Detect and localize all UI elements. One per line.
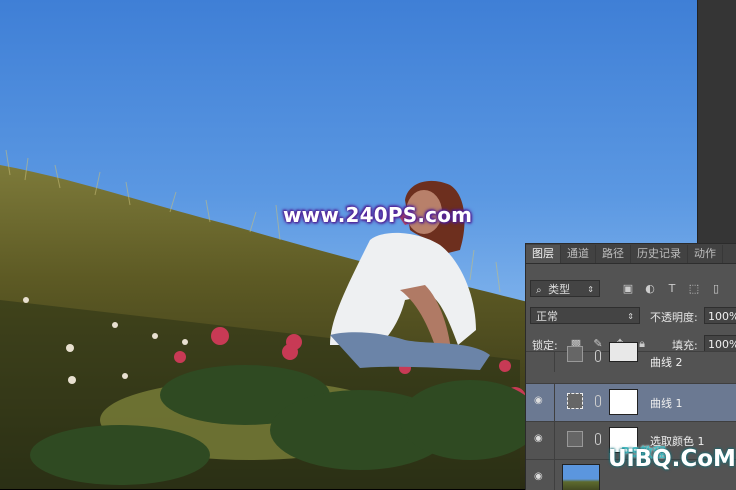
tab-channels[interactable]: 通道 (561, 245, 596, 263)
adjustment-filter-icon[interactable]: ◐ (644, 283, 656, 295)
tab-layers[interactable]: 图层 (526, 245, 561, 263)
eye-visibility-icon[interactable]: ◉ (534, 434, 548, 444)
curves-adjustment-icon (567, 346, 583, 362)
eye-visibility-icon[interactable]: ◉ (534, 472, 548, 482)
blend-mode-dropdown[interactable]: 正常 ⇕ (530, 307, 640, 324)
blend-mode-value: 正常 (536, 310, 558, 323)
opacity-label: 不透明度: (650, 311, 698, 324)
panel-tabs: 图层 通道 路径 历史记录 动作 (526, 244, 736, 264)
search-icon: ⌕ (536, 285, 542, 296)
opacity-field[interactable]: 100% (704, 307, 736, 324)
canvas-border-dark (697, 0, 736, 245)
text-filter-icon[interactable]: T (666, 283, 678, 295)
image-filter-icon[interactable]: ▣ (622, 283, 634, 295)
lock-image-pixels-icon[interactable]: ✎ (592, 338, 604, 350)
tab-history[interactable]: 历史记录 (631, 245, 688, 263)
tab-paths[interactable]: 路径 (596, 245, 631, 263)
updown-arrow-icon: ⇕ (587, 285, 594, 294)
updown-arrow-icon: ⇕ (627, 312, 634, 321)
eye-visibility-icon[interactable]: ◉ (534, 396, 548, 406)
fill-field[interactable]: 100% (704, 335, 736, 352)
chain-link-icon[interactable] (595, 350, 601, 362)
layer-row-selected[interactable]: ◉ 曲线 1 (526, 383, 736, 421)
smart-object-filter-icon[interactable]: ▯ (710, 283, 722, 295)
layer-kind-label: 类型 (548, 283, 571, 296)
layer-mask-thumbnail[interactable] (609, 389, 638, 415)
layer-mask-thumbnail[interactable] (609, 342, 638, 362)
chain-link-icon[interactable] (595, 433, 601, 445)
chain-link-icon[interactable] (595, 395, 601, 407)
tab-actions[interactable]: 动作 (688, 245, 723, 263)
layer-name[interactable]: 曲线 1 (650, 395, 683, 411)
watermark-text: www.240PS.com (283, 203, 473, 227)
layer-image-thumbnail[interactable] (562, 464, 600, 490)
layer-row[interactable]: 曲线 2 (526, 342, 736, 372)
curves-adjustment-icon (567, 393, 583, 409)
site-logo: UiBQ.CoM (608, 446, 736, 472)
layer-name[interactable]: 曲线 2 (650, 354, 683, 370)
layer-kind-filter-dropdown[interactable]: ⌕ 类型 ⇕ (530, 280, 600, 297)
selective-color-adjustment-icon (567, 431, 583, 447)
shape-filter-icon[interactable]: ⬚ (688, 283, 700, 295)
